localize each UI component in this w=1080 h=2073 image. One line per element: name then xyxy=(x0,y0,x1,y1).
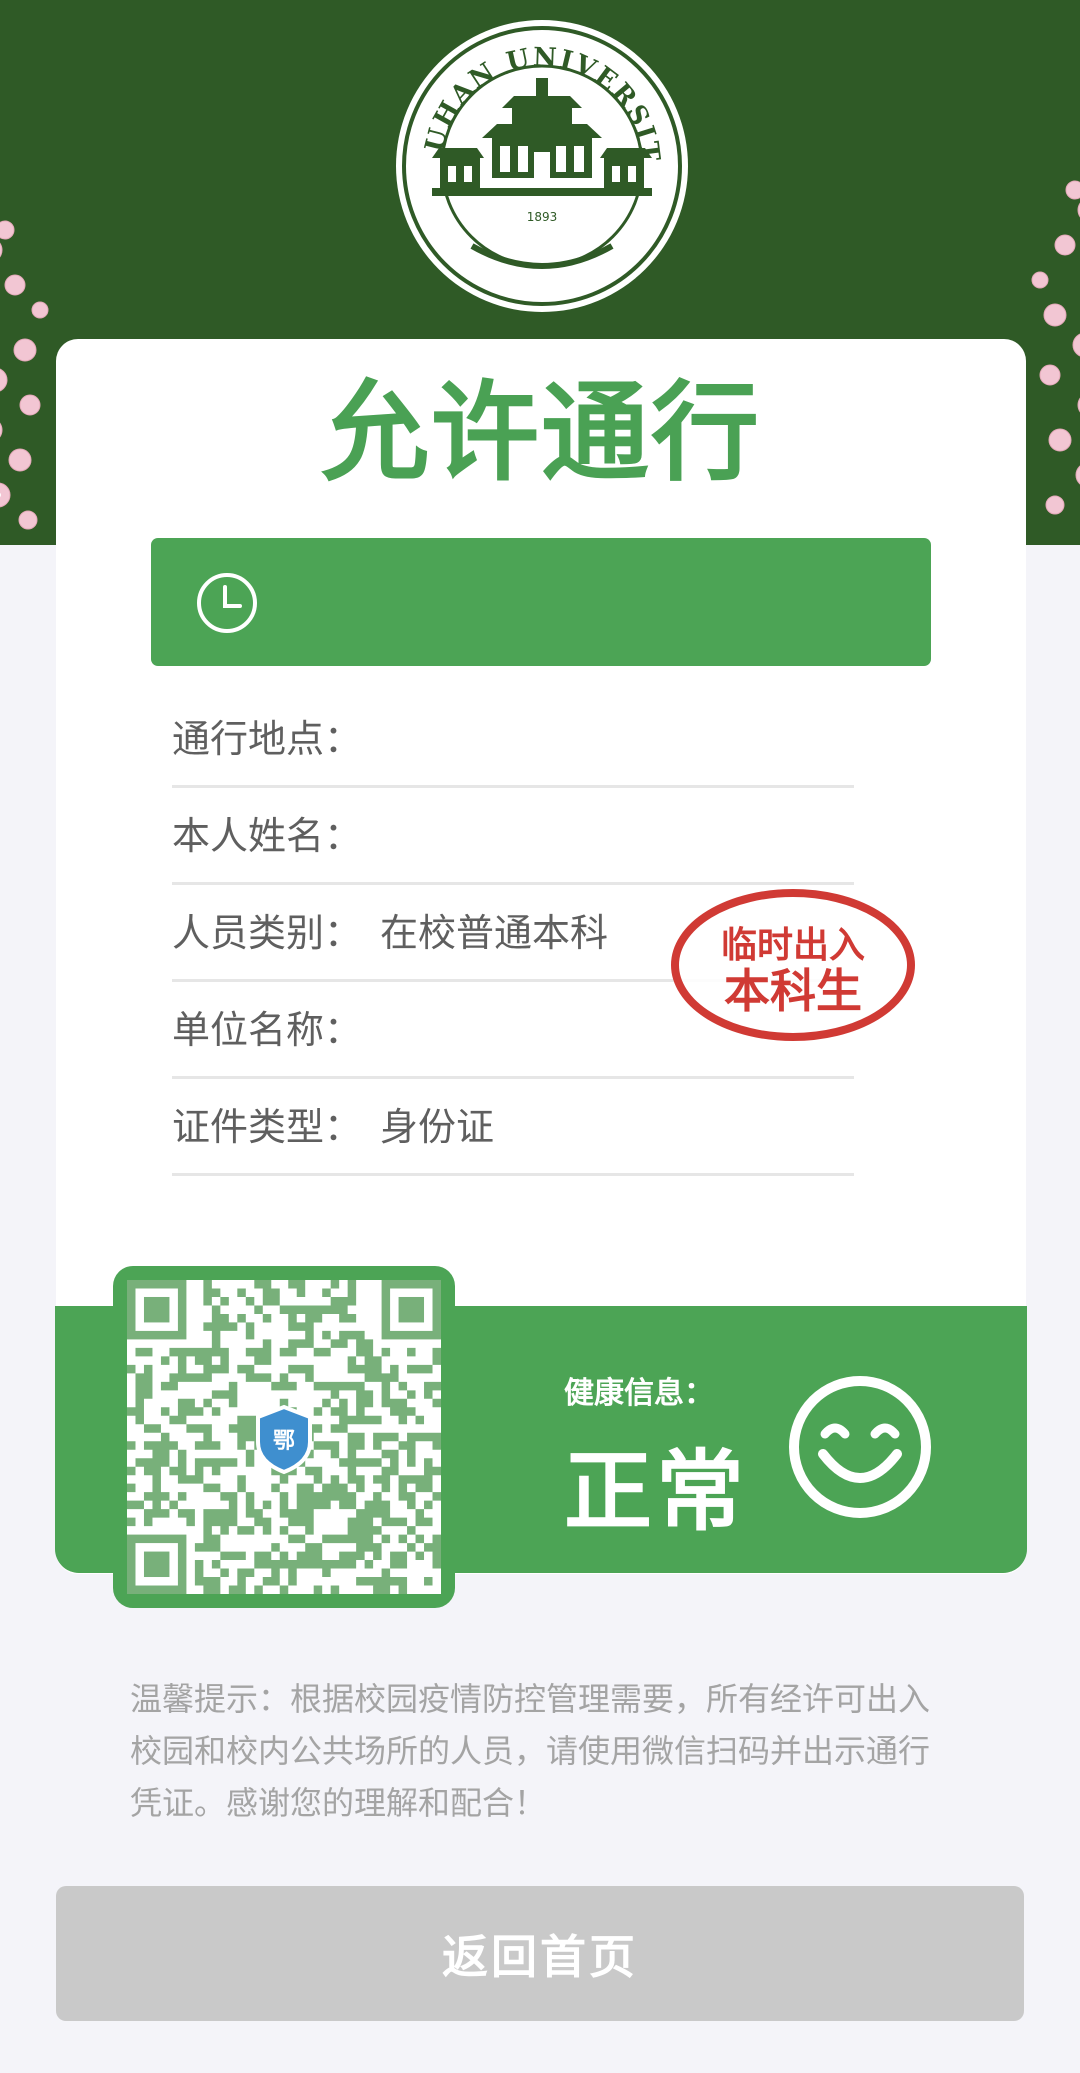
info-row-name: 本人姓名： xyxy=(172,788,854,885)
svg-text:1893: 1893 xyxy=(527,210,558,224)
clock-icon xyxy=(197,573,257,633)
info-label: 通行地点： xyxy=(172,717,363,761)
info-label: 证件类型： xyxy=(172,1105,363,1149)
info-label: 人员类别： xyxy=(172,911,363,955)
qr-finder-pattern xyxy=(381,1280,441,1340)
svg-text:本科生: 本科生 xyxy=(724,964,862,1018)
qr-finder-pattern xyxy=(127,1280,187,1340)
return-home-button[interactable]: 返回首页 xyxy=(56,1886,1024,2021)
info-value: 在校普通本科 xyxy=(380,911,609,955)
health-label: 健康信息： xyxy=(564,1376,714,1411)
qr-code-frame[interactable]: 鄂 xyxy=(113,1266,455,1608)
info-value: 身份证 xyxy=(380,1105,495,1149)
health-status: 正常 xyxy=(564,1440,749,1543)
university-logo: WUHAN UNIVERSITY 1893 xyxy=(392,16,688,312)
tip-text: 温馨提示：根据校园疫情防控管理需要，所有经许可出入校园和校内公共场所的人员，请使… xyxy=(130,1680,931,1822)
undergrad-stamp: 临时出入 本科生 xyxy=(671,889,915,1041)
time-bar xyxy=(151,538,931,666)
svg-text:临时出入: 临时出入 xyxy=(721,925,865,966)
info-label: 本人姓名： xyxy=(172,814,363,858)
qr-code-image: 鄂 xyxy=(127,1280,441,1594)
qr-badge-text: 鄂 xyxy=(273,1429,295,1454)
info-label: 单位名称： xyxy=(172,1008,363,1052)
info-row-location: 通行地点： xyxy=(172,691,854,788)
smiley-icon xyxy=(789,1376,931,1518)
qr-finder-pattern xyxy=(127,1534,187,1594)
info-row-id-type: 证件类型： 身份证 xyxy=(172,1079,854,1176)
qr-code[interactable]: 鄂 xyxy=(127,1280,441,1594)
pass-status-title: 允许通行 xyxy=(320,371,761,496)
